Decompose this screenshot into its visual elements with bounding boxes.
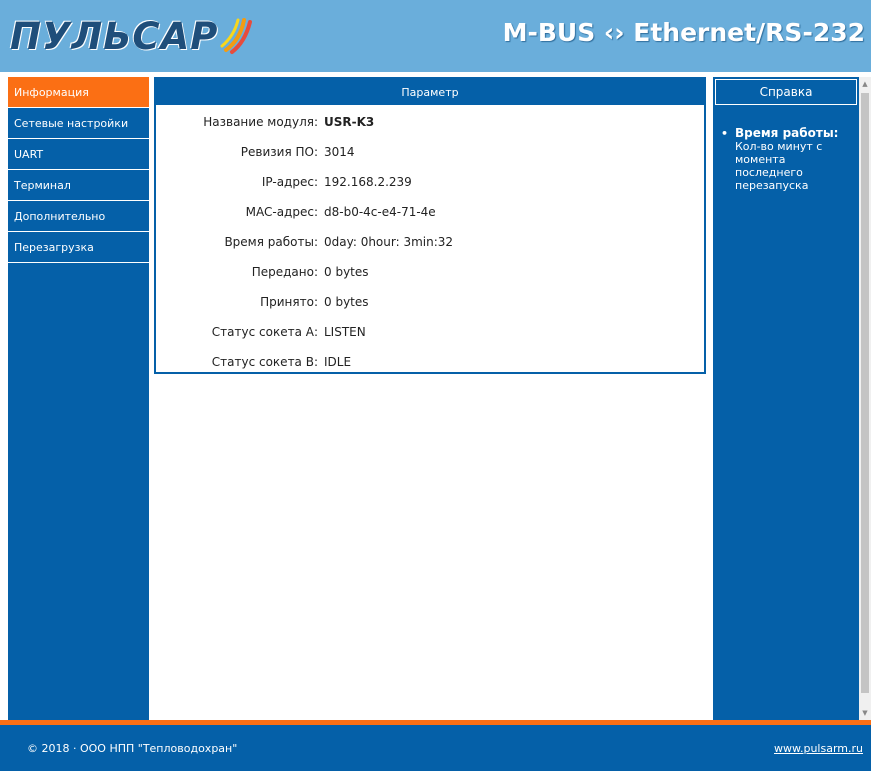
app-title: M-BUS ‹› Ethernet/RS-232	[502, 18, 865, 47]
logo-text: ПУЛЬСАР	[10, 14, 219, 58]
param-label: MAC-адрес:	[245, 205, 318, 219]
vertical-scrollbar[interactable]: ▲ ▼	[859, 77, 871, 720]
param-value: 192.168.2.239	[324, 175, 412, 189]
param-label: Время работы:	[224, 235, 318, 249]
param-row-sent: Передано: 0 bytes	[156, 265, 704, 285]
param-value: LISTEN	[324, 325, 366, 339]
param-value: IDLE	[324, 355, 352, 369]
help-title: Время работы:	[735, 126, 839, 140]
logo: ПУЛЬСАР	[10, 14, 254, 58]
sidebar-nav: Информация Сетевые настройки UART Термин…	[8, 77, 149, 720]
parameters-panel: Параметр Название модуля: USR-K3 Ревизия…	[154, 77, 706, 374]
main-content: Параметр Название модуля: USR-K3 Ревизия…	[149, 77, 713, 720]
param-label: Статус сокета А:	[211, 325, 318, 339]
param-value: 0day: 0hour: 3min:32	[324, 235, 454, 249]
help-panel: Справка • Время работы: Кол-во минут с м…	[713, 77, 859, 720]
param-label: Название модуля:	[203, 115, 318, 129]
param-row-uptime: Время работы: 0day: 0hour: 3min:32	[156, 235, 704, 255]
param-label: Ревизия ПО:	[240, 145, 318, 159]
param-row-mac-address: MAC-адрес: d8-b0-4c-e4-71-4e	[156, 205, 704, 225]
help-text: Кол-во минут с момента последнего переза…	[735, 140, 823, 192]
scrollbar-thumb[interactable]	[861, 93, 869, 693]
bullet-icon: •	[721, 127, 729, 140]
param-label: Принято:	[260, 295, 318, 309]
help-header: Справка	[715, 79, 857, 105]
swoosh-logo-icon	[220, 18, 253, 54]
param-value: USR-K3	[324, 115, 375, 129]
page-footer: © 2018 · ООО НПП "Тепловодохран" www.pul…	[0, 725, 871, 771]
sidebar-item-network-settings[interactable]: Сетевые настройки	[8, 108, 149, 139]
param-row-socket-b-status: Статус сокета В: IDLE	[156, 355, 704, 375]
sidebar-item-uart[interactable]: UART	[8, 139, 149, 170]
param-value: 0 bytes	[324, 265, 369, 279]
copyright-text: © 2018 · ООО НПП "Тепловодохран"	[27, 742, 238, 755]
param-value: 3014	[324, 145, 355, 159]
param-value: d8-b0-4c-e4-71-4e	[324, 205, 436, 219]
sidebar-item-advanced[interactable]: Дополнительно	[8, 201, 149, 232]
page-header: ПУЛЬСАР M-BUS ‹› Ethernet/RS-232	[0, 0, 871, 72]
help-body: • Время работы: Кол-во минут с момента п…	[713, 105, 859, 193]
param-row-ip-address: IP-адрес: 192.168.2.239	[156, 175, 704, 195]
param-value: 0 bytes	[324, 295, 369, 309]
param-row-socket-a-status: Статус сокета А: LISTEN	[156, 325, 704, 345]
sidebar-item-reboot[interactable]: Перезагрузка	[8, 232, 149, 263]
param-row-module-name: Название модуля: USR-K3	[156, 115, 704, 135]
param-label: IP-адрес:	[261, 175, 318, 189]
scroll-up-arrow-icon[interactable]: ▲	[859, 77, 871, 91]
parameters-header: Параметр	[156, 79, 704, 105]
param-label: Передано:	[251, 265, 318, 279]
sidebar-item-info[interactable]: Информация	[8, 77, 149, 108]
param-row-received: Принято: 0 bytes	[156, 295, 704, 315]
scroll-down-arrow-icon[interactable]: ▼	[859, 706, 871, 720]
param-label: Статус сокета В:	[211, 355, 318, 369]
website-link[interactable]: www.pulsarm.ru	[774, 742, 863, 755]
param-row-firmware-revision: Ревизия ПО: 3014	[156, 145, 704, 165]
sidebar-item-terminal[interactable]: Терминал	[8, 170, 149, 201]
